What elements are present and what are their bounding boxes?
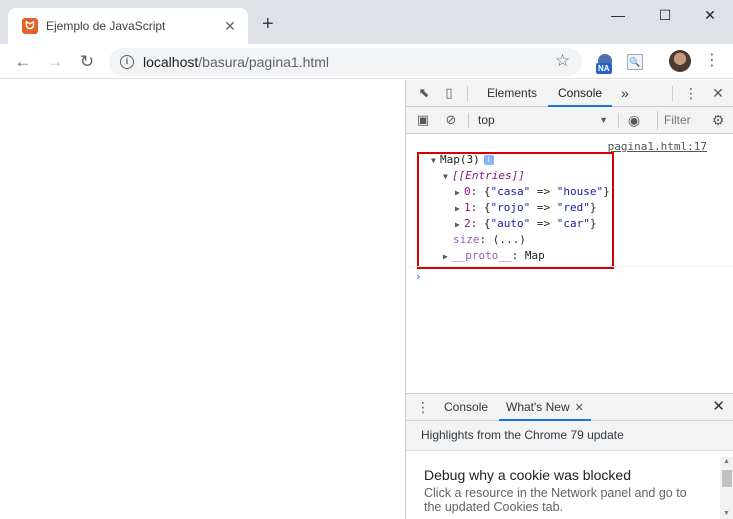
settings-gear-icon[interactable]: ⚙ [710, 112, 726, 128]
tab-elements[interactable]: Elements [487, 80, 537, 107]
minimize-icon[interactable]: — [595, 0, 641, 32]
chevron-down-icon: ▼ [599, 115, 608, 125]
log-divider [406, 266, 733, 267]
profile-avatar[interactable] [669, 50, 691, 72]
tab-strip: ᗢ Ejemplo de JavaScript ✕ + — ☐ ✕ [0, 0, 733, 44]
drawer-tab-whats-new[interactable]: What's New ✕ [499, 394, 591, 421]
devtools-panel: ⬉ ▯ Elements Console » ⋮ ✕ ▣ ⊘ top ▼ ◉ F… [405, 80, 733, 519]
extension-na-icon[interactable]: NA [596, 54, 616, 74]
chrome-menu-icon[interactable]: ⋮ [704, 52, 720, 70]
address-bar[interactable]: i localhost/basura/pagina1.html ☆ [109, 48, 582, 76]
tab-console[interactable]: Console [548, 80, 613, 107]
navigation-bar: ← → ↻ i localhost/basura/pagina1.html ☆ … [0, 44, 733, 79]
window-close-icon[interactable]: ✕ [687, 0, 733, 32]
forward-icon[interactable]: → [43, 50, 67, 74]
scroll-down-icon[interactable]: ▼ [723, 510, 730, 517]
inspect-element-icon[interactable]: ⬉ [416, 85, 432, 101]
back-icon[interactable]: ← [11, 50, 35, 74]
highlight-annotation [417, 152, 614, 269]
eye-icon[interactable]: ◉ [626, 112, 642, 128]
site-info-icon[interactable]: i [120, 55, 134, 69]
drawer-close-icon[interactable]: ✕ [712, 399, 725, 415]
devtools-tabbar: ⬉ ▯ Elements Console » ⋮ ✕ [406, 80, 733, 107]
devtools-menu-icon[interactable]: ⋮ [683, 85, 699, 101]
browser-tab[interactable]: ᗢ Ejemplo de JavaScript ✕ [8, 8, 248, 44]
drawer-menu-icon[interactable]: ⋮ [415, 399, 431, 415]
filter-input[interactable]: Filter [657, 111, 699, 130]
new-tab-button[interactable]: + [262, 14, 274, 34]
xampp-favicon-icon: ᗢ [22, 18, 38, 34]
url-text[interactable]: localhost/basura/pagina1.html [143, 54, 329, 70]
more-tabs-icon[interactable]: » [621, 80, 629, 107]
clear-console-icon[interactable]: ⊘ [443, 112, 459, 128]
device-toolbar-icon[interactable]: ▯ [441, 85, 457, 101]
drawer-tabbar: ⋮ Console What's New ✕ ✕ [406, 393, 733, 421]
console-prompt-icon[interactable]: › [415, 270, 422, 283]
tab-close-icon[interactable]: ✕ [222, 18, 238, 34]
drawer-tab-console[interactable]: Console [444, 394, 488, 421]
source-link[interactable]: pagina1.html:17 [608, 140, 707, 153]
console-toolbar: ▣ ⊘ top ▼ ◉ Filter ⚙ [406, 107, 733, 134]
close-tab-icon[interactable]: ✕ [575, 402, 584, 414]
bookmark-star-icon[interactable]: ☆ [555, 51, 570, 71]
feature-title[interactable]: Debug why a cookie was blocked [424, 467, 631, 483]
reload-icon[interactable]: ↻ [75, 50, 99, 74]
scrollbar[interactable]: ▲ ▼ [720, 457, 733, 519]
page-viewport [0, 80, 405, 519]
tab-title: Ejemplo de JavaScript [46, 19, 166, 33]
maximize-icon[interactable]: ☐ [642, 0, 688, 32]
context-select[interactable]: top ▼ [474, 111, 610, 130]
scroll-thumb[interactable] [722, 470, 732, 487]
devtools-close-icon[interactable]: ✕ [710, 85, 726, 101]
feature-description: Click a resource in the Network panel an… [424, 486, 687, 514]
whats-new-body: Debug why a cookie was blocked Click a r… [406, 451, 733, 519]
scroll-up-icon[interactable]: ▲ [723, 458, 730, 465]
whats-new-header: Highlights from the Chrome 79 update [406, 421, 733, 451]
extension-search-icon[interactable]: 🔍 [627, 54, 643, 70]
console-output: pagina1.html:17 ▼ Map(3) i ▼ [[Entries]] ▶ 0… [406, 135, 733, 393]
sidebar-toggle-icon[interactable]: ▣ [415, 112, 431, 128]
